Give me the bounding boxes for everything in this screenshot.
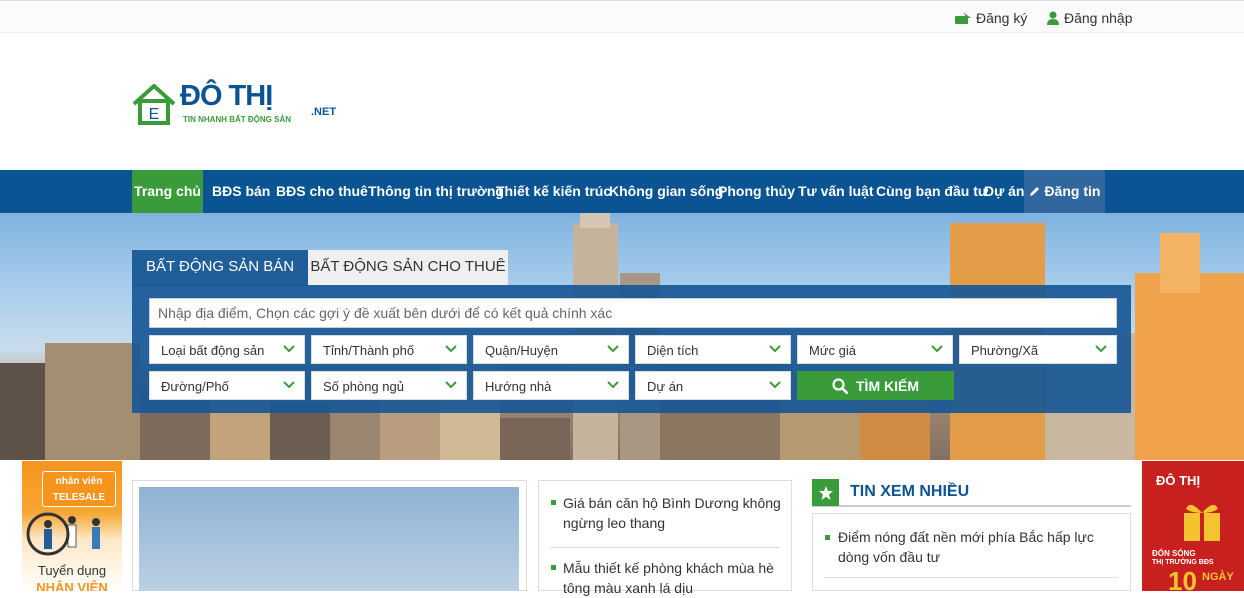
hot-news-title: TIN XEM NHIỀU <box>850 483 970 500</box>
star-icon <box>818 485 833 500</box>
nav-sale[interactable]: BĐS bán <box>212 170 270 213</box>
search-icon <box>832 377 848 394</box>
chevron-down-icon <box>607 345 619 353</box>
ad-left-text-4: NHÂN VIÊN <box>36 580 108 591</box>
select-project[interactable]: Dự án <box>635 371 791 400</box>
hot-news-item[interactable]: Điểm nóng đất nền mới phía Bắc hấp lực d… <box>838 527 1108 567</box>
nav-home[interactable]: Trang chủ <box>132 170 203 213</box>
logo-suffix: .NET <box>311 106 337 118</box>
ad-banner-right[interactable]: ĐÔ THỊ ĐÓN SÓNG THỊ TRƯỜNG BĐS 10 NGÀY <box>1142 461 1244 591</box>
select-district[interactable]: Quận/Huyện <box>473 335 629 364</box>
register-icon <box>955 12 971 24</box>
house-logo-icon: E <box>132 84 176 125</box>
nav-invest[interactable]: Cùng bạn đầu tư <box>876 170 988 213</box>
chevron-down-icon <box>769 345 781 353</box>
ad-right-text-1: ĐÓN SÓNG <box>1152 549 1196 558</box>
nav-feng-shui[interactable]: Phong thủy <box>718 170 795 213</box>
nav-post-listing[interactable]: Đăng tin <box>1024 170 1105 213</box>
nav-architecture[interactable]: Thiết kế kiến trúc <box>496 170 611 213</box>
select-province[interactable]: Tỉnh/Thành phố <box>311 335 467 364</box>
ad-right-word: NGÀY <box>1202 571 1234 583</box>
divider <box>550 547 780 548</box>
top-bar: Đăng ký Đăng nhập <box>0 0 1244 33</box>
logo-name: ĐÔ THỊ <box>180 80 273 112</box>
ad-right-big-number: 10 <box>1168 566 1197 591</box>
nav-legal[interactable]: Tư vấn luật <box>798 170 873 213</box>
chevron-down-icon <box>1095 345 1107 353</box>
nav-market-info[interactable]: Thông tin thị trường <box>368 170 504 213</box>
ad-right-brand: ĐÔ THỊ <box>1156 473 1201 488</box>
ad-banner-left[interactable]: nhân viên TELESALE Tuyển dụng NHÂN VIÊN <box>22 461 122 591</box>
search-input[interactable] <box>149 298 1117 328</box>
chevron-down-icon <box>445 381 457 389</box>
tab-sale[interactable]: BẤT ĐỘNG SẢN BÁN <box>132 250 308 286</box>
ad-left-text-3: Tuyển dụng <box>37 563 107 578</box>
chevron-down-icon <box>445 345 457 353</box>
chevron-down-icon <box>283 381 295 389</box>
people-illustration <box>26 512 100 556</box>
star-badge <box>812 479 839 506</box>
site-logo[interactable]: E ĐÔ THỊ .NET TIN NHANH BẤT ĐỘNG SẢN <box>131 78 341 128</box>
select-street[interactable]: Đường/Phố <box>149 371 305 400</box>
chevron-down-icon <box>769 381 781 389</box>
news-item[interactable]: Mẫu thiết kế phòng khách mùa hè tông màu… <box>563 558 783 598</box>
bullet-icon <box>551 500 556 505</box>
nav-rent[interactable]: BĐS cho thuê <box>276 170 368 213</box>
chevron-down-icon <box>607 381 619 389</box>
news-item[interactable]: Giá bán căn hộ Bình Dương không ngừng le… <box>563 493 783 533</box>
svg-text:E: E <box>149 106 160 123</box>
gift-box-image <box>1184 504 1220 541</box>
select-price[interactable]: Mức giá <box>797 335 953 364</box>
register-label: Đăng ký <box>976 10 1028 26</box>
ad-right-text-2: THỊ TRƯỜNG BĐS <box>1152 559 1214 566</box>
select-bedrooms[interactable]: Số phòng ngủ <box>311 371 467 400</box>
featured-article-image[interactable] <box>139 487 519 591</box>
chevron-down-icon <box>931 345 943 353</box>
user-icon <box>1047 11 1059 25</box>
ad-left-text-1: nhân viên <box>55 476 103 487</box>
logo-tagline: TIN NHANH BẤT ĐỘNG SẢN <box>183 115 291 124</box>
bullet-icon <box>551 565 556 570</box>
nav-projects[interactable]: Dự án <box>984 170 1024 213</box>
search-button[interactable]: TÌM KIẾM <box>797 371 954 400</box>
nav-living-space[interactable]: Không gian sống <box>609 170 723 213</box>
select-property-type[interactable]: Loại bất động sản <box>149 335 305 364</box>
select-ward[interactable]: Phường/Xã <box>959 335 1117 364</box>
pencil-icon <box>1029 187 1039 196</box>
ad-left-text-2: TELESALE <box>52 492 106 503</box>
tab-rent[interactable]: BẤT ĐỘNG SẢN CHO THUÊ <box>308 250 508 286</box>
divider <box>824 577 1118 578</box>
bullet-icon <box>825 535 830 540</box>
select-area[interactable]: Diện tích <box>635 335 791 364</box>
main-nav: Trang chủ BĐS bán BĐS cho thuê Thông tin… <box>0 170 1244 213</box>
login-label: Đăng nhập <box>1064 10 1133 26</box>
login-link[interactable]: Đăng nhập <box>1047 10 1133 26</box>
select-direction[interactable]: Hướng nhà <box>473 371 629 400</box>
chevron-down-icon <box>283 345 295 353</box>
register-link[interactable]: Đăng ký <box>955 10 1027 26</box>
